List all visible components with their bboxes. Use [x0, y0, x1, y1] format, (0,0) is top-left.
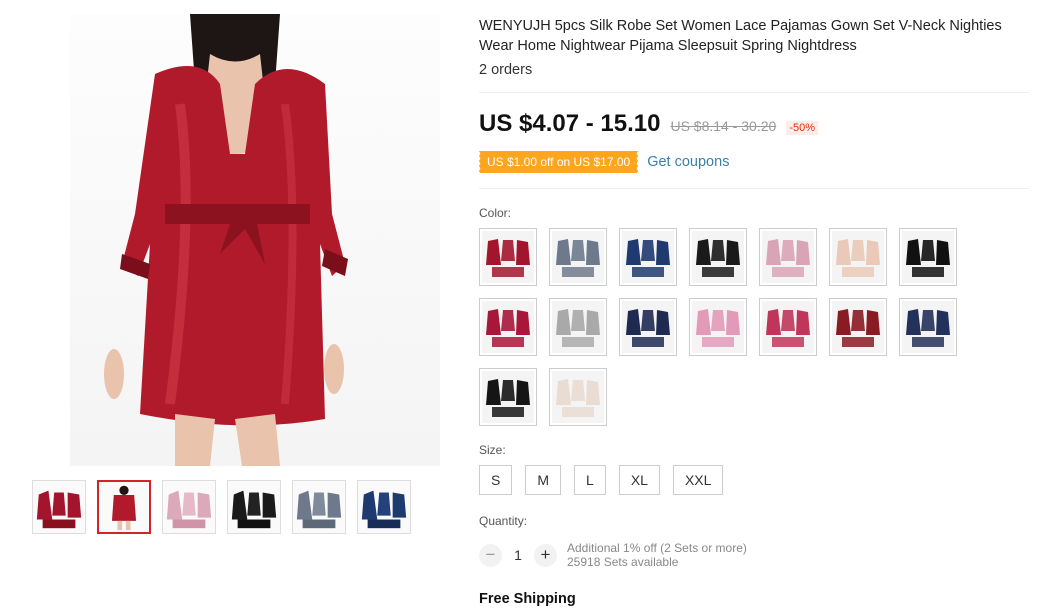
thumbnail[interactable] [227, 480, 281, 534]
color-swatches [479, 228, 957, 426]
color-swatch[interactable] [899, 228, 957, 286]
size-option-xl[interactable]: XL [618, 465, 660, 495]
get-coupons-link[interactable]: Get coupons [647, 154, 729, 170]
quantity-value[interactable]: 1 [502, 547, 534, 563]
thumbnail-active[interactable] [97, 480, 151, 534]
quantity-info: Additional 1% off (2 Sets or more) 25918… [567, 541, 747, 569]
thumbnail[interactable] [357, 480, 411, 534]
discount-badge: -50% [786, 121, 818, 135]
thumbnail[interactable] [292, 480, 346, 534]
size-option-l[interactable]: L [574, 465, 606, 495]
thumbnail[interactable] [32, 480, 86, 534]
color-swatch[interactable] [619, 298, 677, 356]
quantity-increase-button[interactable]: + [534, 543, 557, 567]
original-price: US $8.14 - 30.20 [670, 118, 777, 134]
main-product-image[interactable] [70, 14, 440, 466]
color-swatch[interactable] [759, 228, 817, 286]
order-count: 2 orders [479, 62, 533, 78]
color-swatch[interactable] [479, 228, 537, 286]
color-swatch[interactable] [479, 368, 537, 426]
color-swatch[interactable] [479, 298, 537, 356]
size-option-s[interactable]: S [479, 465, 513, 495]
color-swatch[interactable] [549, 228, 607, 286]
color-label: Color: [479, 206, 512, 220]
thumbnail-strip [32, 480, 411, 534]
size-options: S M L XL XXL [479, 465, 724, 495]
color-swatch[interactable] [549, 298, 607, 356]
shipping-info: Free Shipping [479, 591, 576, 607]
size-label: Size: [479, 443, 506, 457]
quantity-stepper: − 1 + Additional 1% off (2 Sets or more)… [479, 541, 747, 569]
coupon-badge: US $1.00 off on US $17.00 [477, 151, 639, 173]
stock-available-text: 25918 Sets available [567, 555, 679, 569]
color-swatch[interactable] [899, 298, 957, 356]
price-row: US $4.07 - 15.10 US $8.14 - 30.20 -50% [479, 110, 818, 138]
thumbnail[interactable] [162, 480, 216, 534]
current-price: US $4.07 - 15.10 [479, 110, 661, 137]
color-swatch[interactable] [689, 298, 747, 356]
quantity-decrease-button[interactable]: − [479, 543, 502, 567]
coupon-row: US $1.00 off on US $17.00 Get coupons [477, 151, 729, 173]
product-title: WENYUJH 5pcs Silk Robe Set Women Lace Pa… [479, 18, 1002, 54]
color-swatch[interactable] [549, 368, 607, 426]
color-swatch[interactable] [689, 228, 747, 286]
divider [479, 188, 1029, 189]
size-option-m[interactable]: M [525, 465, 562, 495]
additional-discount-text: Additional 1% off (2 Sets or more) [567, 541, 747, 555]
size-option-xxl[interactable]: XXL [672, 465, 724, 495]
divider [479, 92, 1029, 93]
quantity-label: Quantity: [479, 514, 528, 528]
color-swatch[interactable] [829, 228, 887, 286]
color-swatch[interactable] [619, 228, 677, 286]
color-swatch[interactable] [759, 298, 817, 356]
color-swatch[interactable] [829, 298, 887, 356]
